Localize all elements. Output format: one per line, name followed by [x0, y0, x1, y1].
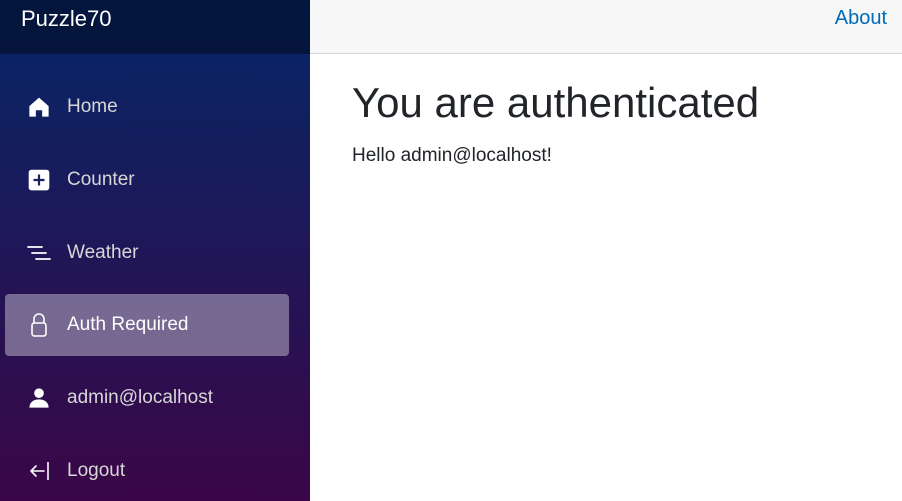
- sidebar-item-logout[interactable]: Logout: [5, 440, 289, 501]
- sidebar-item-label: admin@localhost: [67, 387, 214, 408]
- sidebar: Puzzle70 Home Counter Weather Auth Requi…: [0, 0, 310, 501]
- sidebar-item-label: Counter: [67, 169, 135, 190]
- sidebar-item-label: Home: [67, 96, 118, 117]
- brand-link[interactable]: Puzzle70: [21, 6, 112, 32]
- plus-square-icon: [26, 167, 52, 193]
- person-icon: [26, 385, 52, 411]
- logout-icon: [26, 458, 52, 484]
- about-link[interactable]: About: [835, 7, 887, 30]
- sidebar-item-user[interactable]: admin@localhost: [5, 367, 289, 429]
- lock-icon: [26, 312, 52, 338]
- page-title: You are authenticated: [352, 79, 760, 126]
- sidebar-item-counter[interactable]: Counter: [5, 149, 289, 211]
- home-icon: [26, 94, 52, 120]
- greeting-text: Hello admin@localhost!: [352, 145, 552, 166]
- brand-bar: Puzzle70: [0, 0, 310, 54]
- sidebar-item-auth-required[interactable]: Auth Required: [5, 294, 289, 356]
- sidebar-item-label: Weather: [67, 242, 139, 263]
- sidebar-item-home[interactable]: Home: [5, 76, 289, 138]
- list-icon: [26, 240, 52, 266]
- main-content: You are authenticated Hello admin@localh…: [352, 78, 882, 167]
- sidebar-item-weather[interactable]: Weather: [5, 222, 289, 284]
- top-bar: About: [310, 0, 902, 54]
- sidebar-item-label: Auth Required: [67, 314, 189, 335]
- sidebar-item-label: Logout: [67, 460, 126, 481]
